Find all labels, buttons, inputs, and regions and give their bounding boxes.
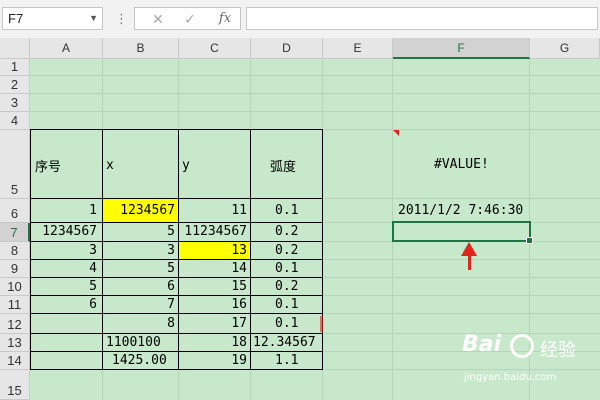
cell-b10[interactable]: 6 — [167, 279, 175, 294]
cell-a10[interactable]: 5 — [89, 279, 97, 294]
cell-f6[interactable]: 2011/1/2 7:46:30 — [398, 203, 523, 218]
column-header-c[interactable]: C — [179, 38, 251, 59]
formula-buttons: ✕ ✓ fx — [134, 7, 241, 30]
table-border — [30, 333, 323, 334]
row-header-6[interactable]: 6 — [0, 199, 30, 223]
cell-c14[interactable]: 19 — [231, 353, 247, 368]
fill-handle[interactable] — [526, 237, 533, 244]
cell-c12[interactable]: 17 — [231, 316, 247, 331]
formula-input[interactable] — [246, 7, 598, 30]
cell-b5[interactable]: x — [106, 158, 114, 173]
gridline — [30, 111, 600, 112]
table-border — [30, 351, 323, 352]
row-header-1[interactable]: 1 — [0, 59, 30, 76]
row-header-7[interactable]: 7 — [0, 223, 30, 242]
row-header-9[interactable]: 9 — [0, 260, 30, 278]
table-border — [30, 198, 323, 199]
row-header-4[interactable]: 4 — [0, 112, 30, 130]
cell-a6[interactable]: 1 — [89, 203, 97, 218]
cell-b12[interactable]: 8 — [167, 316, 175, 331]
comment-indicator-icon — [320, 316, 323, 332]
column-header-g[interactable]: G — [530, 38, 600, 59]
cell-c10[interactable]: 15 — [231, 279, 247, 294]
more-options-icon[interactable]: ⋮ — [115, 9, 128, 29]
table-border — [30, 259, 323, 260]
cell-a9[interactable]: 4 — [89, 261, 97, 276]
cell-b11[interactable]: 7 — [167, 297, 175, 312]
column-header-b[interactable]: B — [103, 38, 179, 59]
paw-icon — [510, 334, 534, 358]
cell-d12[interactable]: 0.1 — [275, 316, 298, 331]
chevron-down-icon[interactable]: ▼ — [89, 8, 98, 29]
table-border — [30, 295, 323, 296]
row-header-10[interactable]: 10 — [0, 278, 30, 296]
cell-c5[interactable]: y — [182, 158, 190, 173]
row-header-15[interactable]: 15 — [0, 370, 30, 400]
cell-c6[interactable]: 11 — [231, 203, 247, 218]
cell-d11[interactable]: 0.1 — [275, 297, 298, 312]
table-border — [30, 313, 323, 314]
select-all-corner[interactable] — [0, 38, 30, 59]
cell-c8[interactable]: 13 — [231, 243, 247, 258]
cell-c7[interactable]: 11234567 — [184, 224, 247, 239]
insert-function-icon[interactable]: fx — [210, 9, 240, 29]
row-header-14[interactable]: 14 — [0, 352, 30, 370]
row-header-11[interactable]: 11 — [0, 296, 30, 314]
cell-d13[interactable]: 12.34567 — [253, 335, 316, 350]
table-border — [102, 278, 103, 370]
table-border — [102, 129, 103, 279]
cell-d10[interactable]: 0.2 — [275, 279, 298, 294]
comment-indicator-icon[interactable] — [393, 130, 399, 136]
cell-d9[interactable]: 0.1 — [275, 261, 298, 276]
name-box-value: F7 — [8, 11, 24, 26]
cell-a5[interactable]: 序号 — [35, 156, 61, 175]
column-header-a[interactable]: A — [30, 38, 103, 59]
cell-b8[interactable]: 3 — [167, 243, 175, 258]
row-header-2[interactable]: 2 — [0, 76, 30, 94]
cell-d8[interactable]: 0.2 — [275, 243, 298, 258]
watermark-url: jingyan.baidu.com — [464, 372, 557, 383]
cell-c9[interactable]: 14 — [231, 261, 247, 276]
cell-d5[interactable]: 弧度 — [270, 156, 296, 175]
cell-f5[interactable]: #VALUE! — [434, 157, 489, 172]
table-border — [30, 241, 323, 242]
column-header-e[interactable]: E — [323, 38, 393, 59]
row-header-3[interactable]: 3 — [0, 94, 30, 112]
cell-d14[interactable]: 1.1 — [275, 353, 298, 368]
cell-a7[interactable]: 1234567 — [42, 224, 97, 239]
arrow-shaft — [468, 254, 471, 270]
cell-a8[interactable]: 3 — [89, 243, 97, 258]
cell-d6[interactable]: 0.1 — [275, 203, 298, 218]
cell-c13[interactable]: 18 — [231, 335, 247, 350]
column-header-f[interactable]: F — [393, 38, 530, 59]
active-cell-f7[interactable] — [392, 221, 531, 242]
cell-a11[interactable]: 6 — [89, 297, 97, 312]
row-header-8[interactable]: 8 — [0, 242, 30, 260]
row-header-5[interactable]: 5 — [0, 130, 30, 199]
cell-b7[interactable]: 5 — [167, 224, 175, 239]
cell-b13[interactable]: 1100100 — [106, 335, 161, 350]
table-border — [30, 222, 323, 223]
name-box[interactable]: F7 ▼ — [2, 7, 103, 30]
row-header-13[interactable]: 13 — [0, 334, 30, 352]
column-header-d[interactable]: D — [251, 38, 323, 59]
watermark-brand: Bai — [462, 332, 502, 357]
cell-c11[interactable]: 16 — [231, 297, 247, 312]
cell-b9[interactable]: 5 — [167, 261, 175, 276]
gridline — [30, 93, 600, 94]
watermark-suffix: 经验 — [540, 340, 576, 361]
table-border — [30, 277, 323, 278]
gridline — [30, 75, 600, 76]
cell-b14[interactable]: 1425.00 — [112, 353, 167, 368]
row-header-12[interactable]: 12 — [0, 314, 30, 334]
enter-icon[interactable]: ✓ — [175, 9, 205, 29]
formula-toolbar: F7 ▼ ⋮ ✕ ✓ fx — [0, 0, 600, 39]
cancel-icon[interactable]: ✕ — [143, 9, 173, 29]
cell-d7[interactable]: 0.2 — [275, 224, 298, 239]
cell-b6[interactable]: 1234567 — [120, 203, 175, 218]
baidu-jingyan-watermark: Bai 经验 jingyan.baidu.com — [462, 330, 596, 398]
